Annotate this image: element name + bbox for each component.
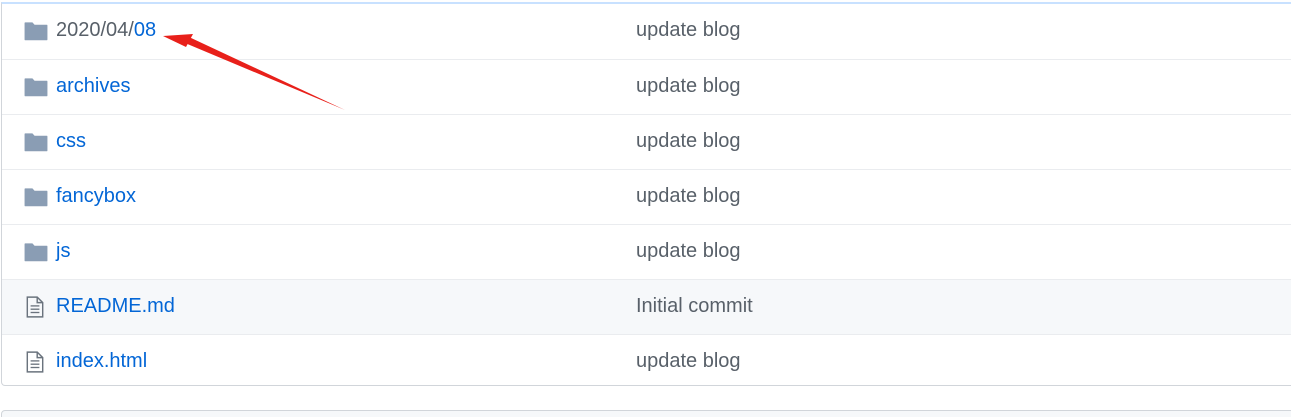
file-name[interactable]: 2020/04/08 — [56, 19, 156, 42]
folder-link[interactable]: fancybox — [56, 185, 136, 207]
next-panel-edge — [1, 410, 1291, 417]
folder-icon — [24, 133, 48, 152]
commit-message[interactable]: update blog — [636, 185, 741, 208]
file-name[interactable]: index.html — [56, 350, 147, 373]
folder-icon — [24, 22, 48, 41]
file-list-table: 2020/04/08 update blog archives update b… — [1, 2, 1291, 386]
file-name[interactable]: js — [56, 240, 70, 263]
commit-message[interactable]: update blog — [636, 240, 741, 263]
file-name[interactable]: README.md — [56, 295, 175, 318]
folder-link[interactable]: css — [56, 130, 86, 152]
file-name[interactable]: fancybox — [56, 185, 136, 208]
commit-message[interactable]: update blog — [636, 19, 741, 42]
commit-message[interactable]: Initial commit — [636, 295, 753, 318]
repo-file-browser: 2020/04/08 update blog archives update b… — [0, 0, 1291, 417]
file-row-js[interactable]: js update blog — [2, 224, 1291, 279]
commit-message[interactable]: update blog — [636, 75, 741, 98]
file-link[interactable]: index.html — [56, 350, 147, 372]
file-row-index-html[interactable]: index.html update blog — [2, 334, 1291, 389]
file-name[interactable]: archives — [56, 75, 130, 98]
folder-link[interactable]: 08 — [134, 19, 156, 41]
file-row-readme[interactable]: README.md Initial commit — [2, 279, 1291, 334]
folder-icon — [24, 243, 48, 262]
commit-message[interactable]: update blog — [636, 350, 741, 373]
folder-icon — [24, 78, 48, 97]
folder-link[interactable]: archives — [56, 75, 130, 97]
file-row-archives[interactable]: archives update blog — [2, 59, 1291, 114]
file-name[interactable]: css — [56, 130, 86, 153]
file-link[interactable]: README.md — [56, 295, 175, 317]
file-row-css[interactable]: css update blog — [2, 114, 1291, 169]
folder-link[interactable]: js — [56, 240, 70, 262]
folder-icon — [24, 188, 48, 207]
file-row-fancybox[interactable]: fancybox update blog — [2, 169, 1291, 224]
commit-message[interactable]: update blog — [636, 130, 741, 153]
file-icon — [26, 351, 44, 373]
file-row-2020-04-08[interactable]: 2020/04/08 update blog — [2, 4, 1291, 59]
folder-path-prefix[interactable]: 2020/04/ — [56, 19, 134, 41]
file-icon — [26, 296, 44, 318]
